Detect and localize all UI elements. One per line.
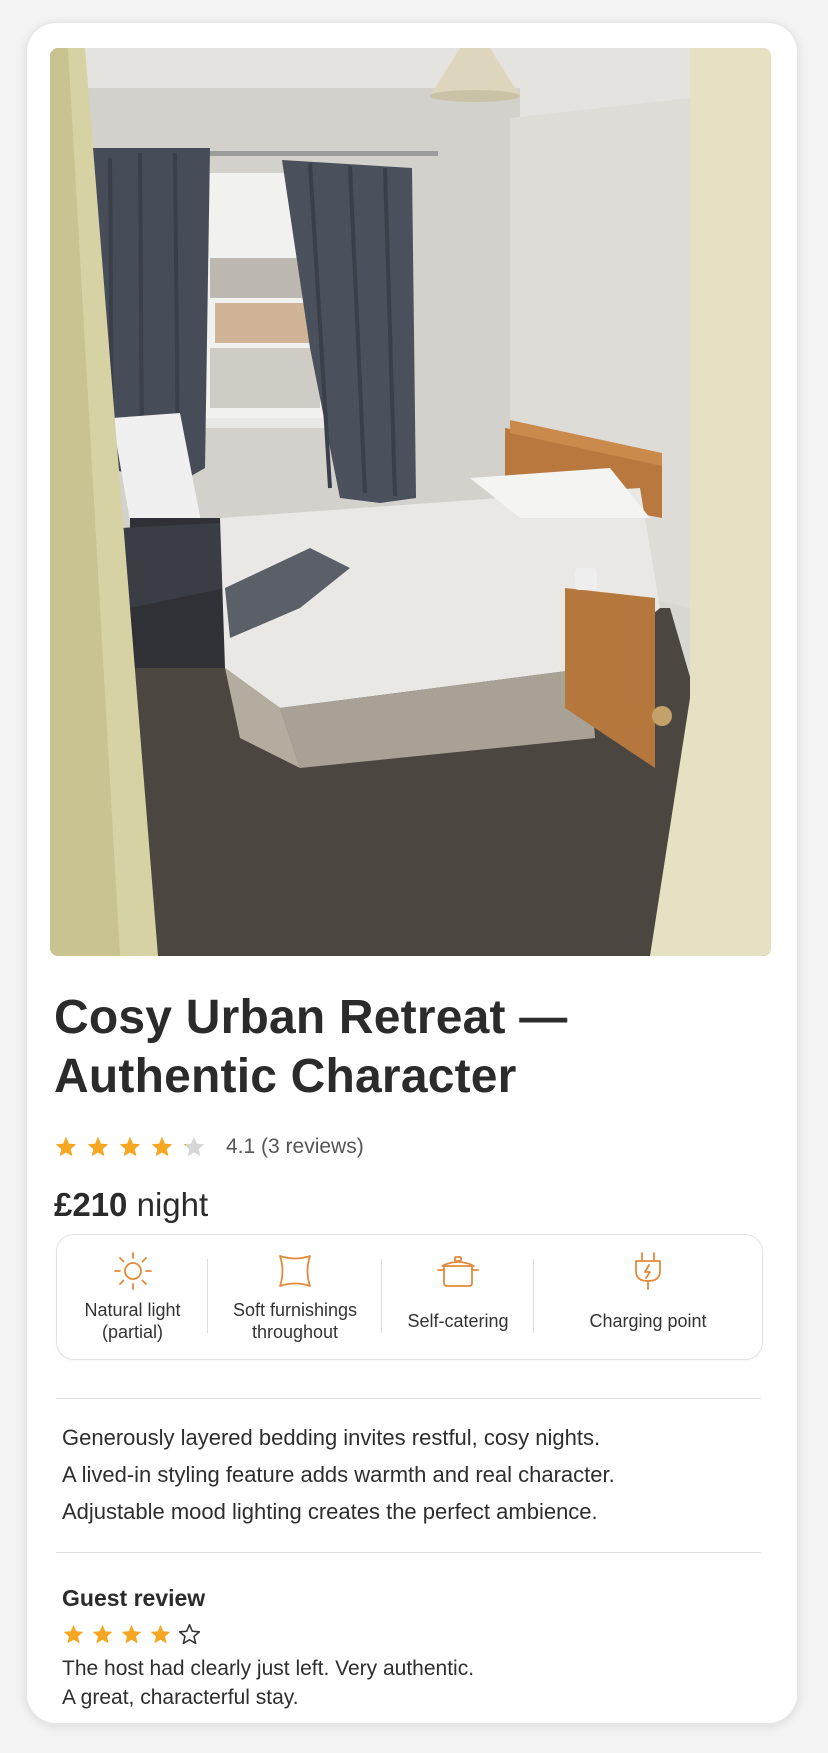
star-filled-icon (150, 1624, 171, 1644)
price-amount: £210 (54, 1186, 128, 1223)
star-filled-icon (63, 1624, 84, 1644)
listing-card[interactable]: Cosy Urban Retreat — Authentic Character… (26, 22, 798, 1724)
amenity-charging-point: Charging point (534, 1235, 762, 1359)
title-line-1: Cosy Urban Retreat — (54, 991, 568, 1044)
review-stars (62, 1623, 201, 1646)
amenity-self-catering: Self-catering (382, 1235, 534, 1359)
price: £210 night (54, 1186, 208, 1224)
divider (56, 1552, 761, 1553)
listing-photo[interactable] (50, 48, 771, 956)
amenity-label-line2: throughout (251, 1322, 339, 1342)
cooking-pot-icon (437, 1256, 479, 1287)
star-filled-icon (55, 1136, 77, 1157)
review-line: A great, characterful stay. (62, 1686, 299, 1709)
amenity-label-line1: Charging point (589, 1311, 707, 1331)
title-line-2: Authentic Character (54, 1050, 517, 1103)
star-filled-icon (121, 1624, 142, 1644)
description-line: Generously layered bedding invites restf… (62, 1425, 601, 1450)
plug-icon (635, 1252, 661, 1290)
amenity-label-line2: (partial) (101, 1322, 163, 1342)
description: Generously layered bedding invites restf… (62, 1419, 762, 1530)
amenity-label-line1: Self-catering (407, 1311, 509, 1331)
review-text: The host had clearly just left. Very aut… (62, 1654, 474, 1712)
amenity-soft-furnishings: Soft furnishings throughout (208, 1235, 382, 1359)
description-line: Adjustable mood lighting creates the per… (62, 1499, 598, 1524)
amenity-natural-light: Natural light (partial) (57, 1235, 208, 1359)
star-filled-icon (92, 1624, 113, 1644)
price-unit: night (136, 1186, 209, 1223)
divider (56, 1398, 761, 1399)
review-heading: Guest review (62, 1585, 206, 1611)
amenity-label-line1: Soft furnishings (232, 1300, 358, 1320)
star-filled-icon (151, 1136, 173, 1157)
amenity-label-line1: Natural light (84, 1300, 181, 1320)
sun-icon (113, 1252, 152, 1290)
description-line: A lived-in styling feature adds warmth a… (62, 1462, 615, 1487)
review-line: The host had clearly just left. Very aut… (62, 1657, 475, 1680)
listing-title: Cosy Urban Retreat — Authentic Character (54, 988, 754, 1106)
rating-text: 4.1 (3 reviews) (226, 1135, 364, 1158)
rating-stars (54, 1135, 206, 1159)
amenities-panel: Natural light (partial) Soft furnishings… (56, 1234, 763, 1360)
star-partial-icon (183, 1136, 205, 1157)
star-empty-icon (178, 1623, 201, 1645)
star-filled-icon (119, 1136, 141, 1157)
star-filled-icon (87, 1136, 109, 1157)
cushion-icon (279, 1255, 311, 1287)
rating-summary[interactable]: 4.1 (3 reviews) (54, 1131, 364, 1163)
